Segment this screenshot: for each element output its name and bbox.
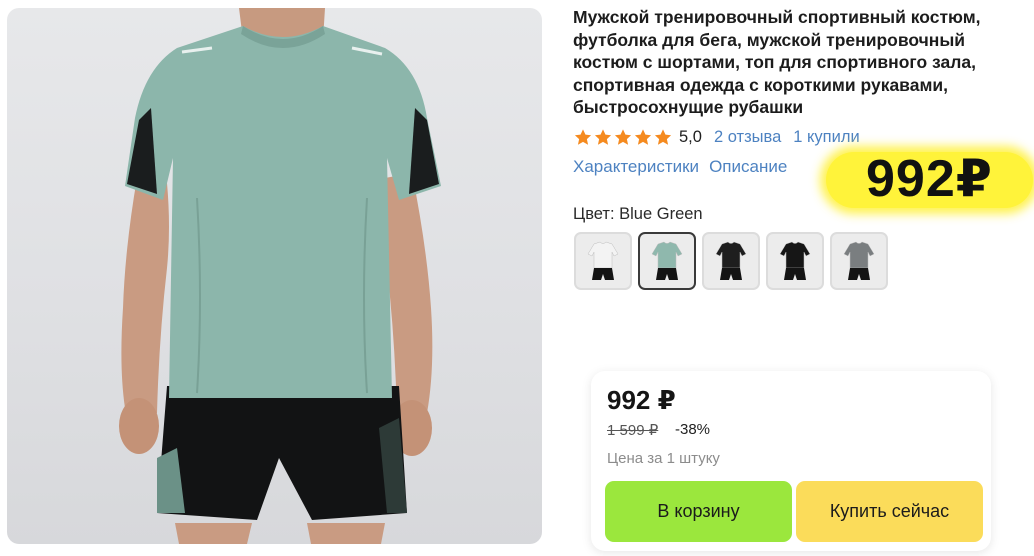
model-illustration	[119, 8, 441, 544]
reviews-link[interactable]: 2 отзыва	[714, 128, 781, 147]
star-icon	[634, 128, 652, 145]
description-link[interactable]: Описание	[709, 157, 787, 179]
color-swatch-blue-green[interactable]	[638, 232, 696, 290]
bought-count: 1 купили	[793, 127, 860, 146]
star-icon	[574, 128, 592, 145]
color-swatches	[574, 232, 894, 290]
star-icon	[594, 128, 612, 145]
old-price: 1 599 ₽	[607, 422, 659, 439]
section-links: Характеристики Описание	[573, 157, 797, 179]
swatch-outfit-icon	[843, 241, 875, 280]
rating-stars	[573, 128, 673, 147]
swatch-outfit-icon	[587, 241, 619, 280]
buy-box: 992 ₽ 1 599 ₽ -38% Цена за 1 штуку В кор…	[591, 371, 991, 551]
current-price: 992 ₽	[607, 385, 676, 415]
price-sticker-value: 992₽	[866, 150, 993, 208]
discount-badge: -38%	[675, 421, 711, 438]
color-swatch-white[interactable]	[574, 232, 632, 290]
star-icon	[614, 128, 632, 145]
rating-row: 5,0 2 отзыва 1 купили	[573, 126, 860, 148]
swatch-outfit-icon	[651, 241, 683, 280]
price-sticker: 992₽	[826, 146, 1033, 212]
buy-now-button[interactable]: Купить сейчас	[796, 481, 983, 542]
swatch-outfit-icon	[715, 241, 747, 280]
rating-value: 5,0	[679, 127, 702, 146]
price-per-unit: Цена за 1 штуку	[607, 450, 720, 467]
color-swatch-grey[interactable]	[830, 232, 888, 290]
swatch-outfit-icon	[779, 241, 811, 280]
color-swatch-black-2[interactable]	[766, 232, 824, 290]
product-main-photo[interactable]	[7, 8, 542, 544]
color-swatch-black[interactable]	[702, 232, 760, 290]
star-icon	[654, 128, 672, 145]
add-to-cart-button[interactable]: В корзину	[605, 481, 792, 542]
characteristics-link[interactable]: Характеристики	[573, 157, 699, 179]
color-label: Цвет: Blue Green	[573, 205, 703, 223]
product-title: Мужской тренировочный спортивный костюм,…	[573, 7, 981, 117]
